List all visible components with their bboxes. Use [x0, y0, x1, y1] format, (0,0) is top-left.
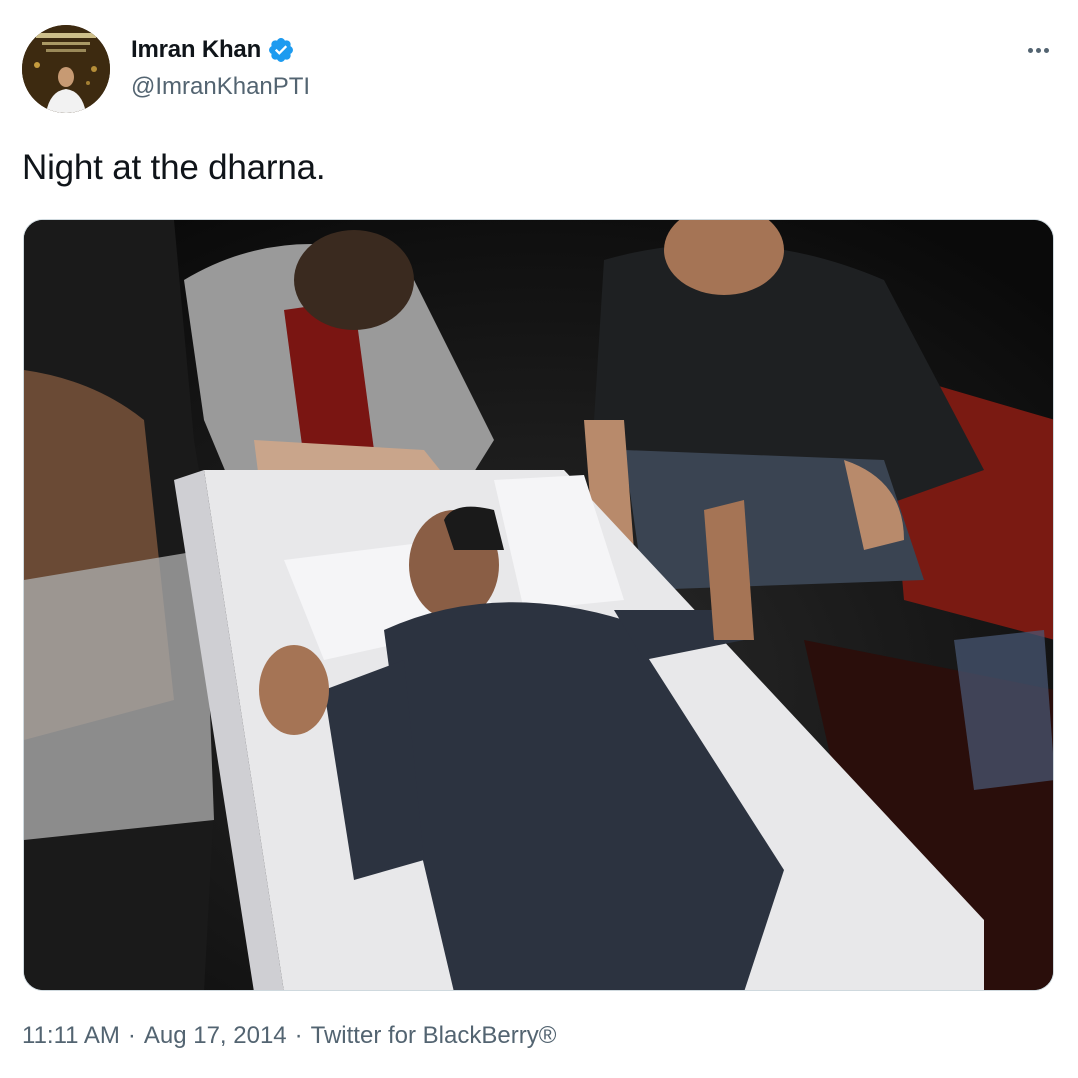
more-options-button[interactable]	[1018, 38, 1058, 62]
more-dot	[1043, 47, 1049, 53]
author-display-name[interactable]: Imran Khan	[131, 36, 261, 64]
tweet-time[interactable]: 11:11 AM	[22, 1022, 120, 1050]
meta-separator: ·	[294, 1022, 303, 1049]
photo-illustration	[24, 220, 1053, 990]
author-handle[interactable]: @ImranKhanPTI	[131, 73, 310, 101]
avatar-image	[22, 25, 110, 113]
tweet-date[interactable]: Aug 17, 2014	[144, 1022, 287, 1050]
author-avatar[interactable]	[22, 25, 110, 113]
author-name-row: Imran Khan	[131, 34, 295, 66]
verified-badge-icon	[269, 38, 293, 62]
tweet-meta: 11:11 AM · Aug 17, 2014 · Twitter for Bl…	[22, 1022, 556, 1050]
more-dot	[1027, 47, 1033, 53]
tweet-text: Night at the dharna.	[22, 148, 326, 187]
tweet-source[interactable]: Twitter for BlackBerry®	[311, 1022, 557, 1050]
tweet-card: Imran Khan @ImranKhanPTI Night at the dh…	[0, 0, 1078, 1078]
more-dot	[1035, 47, 1041, 53]
tweet-photo[interactable]	[23, 219, 1054, 991]
meta-separator: ·	[127, 1022, 136, 1049]
